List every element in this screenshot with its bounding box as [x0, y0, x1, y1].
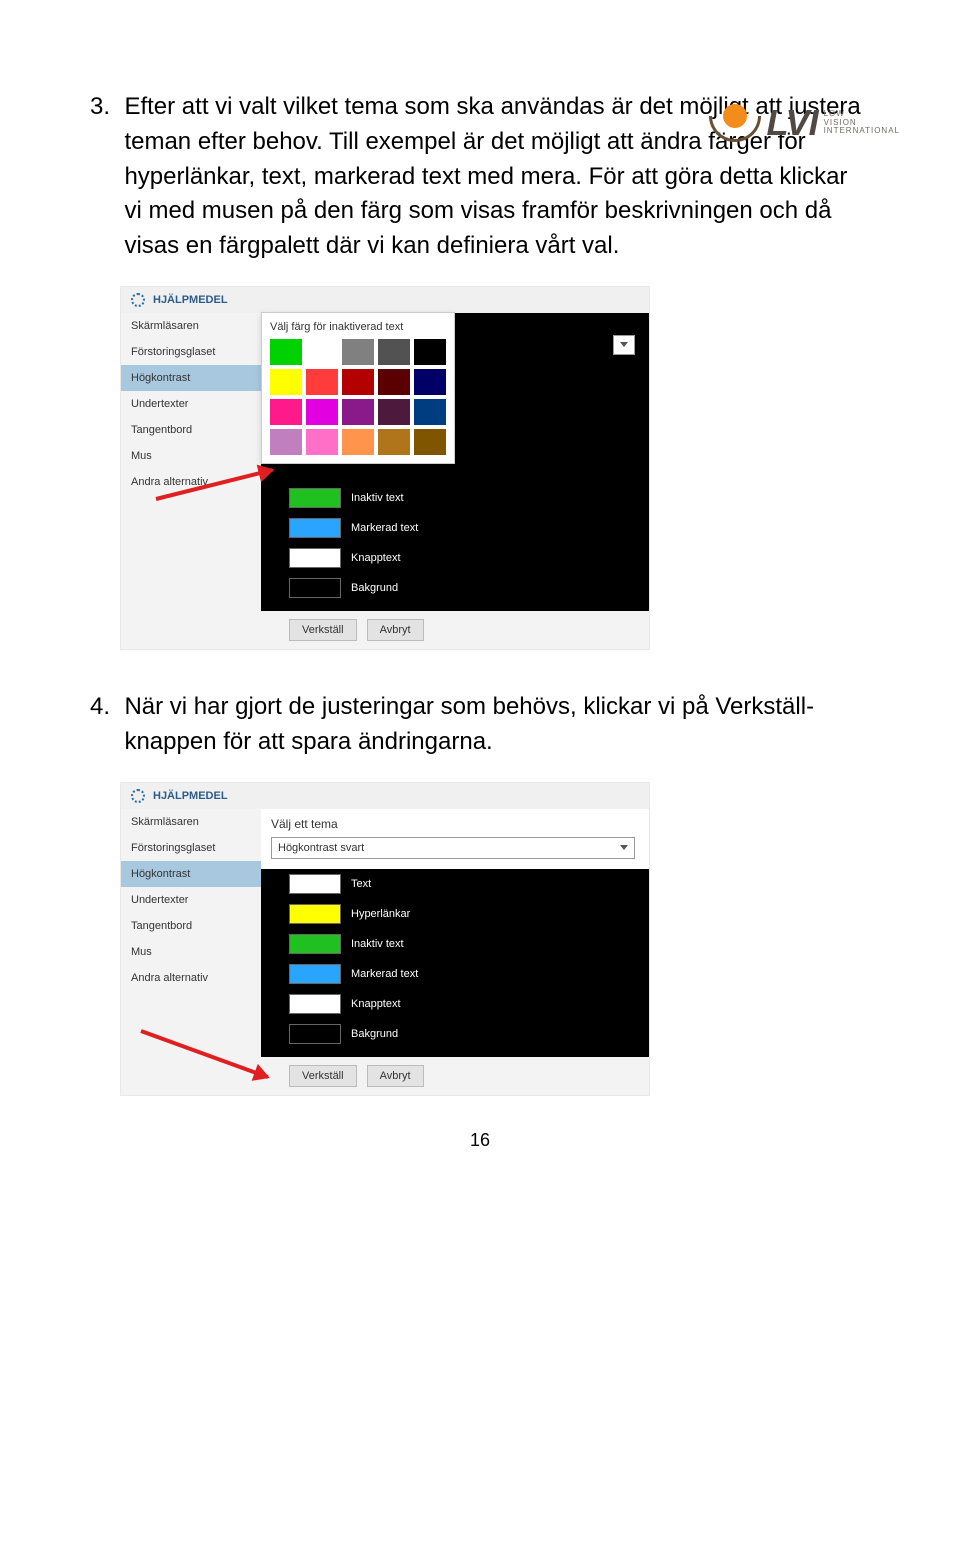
button-row: Verkställ Avbryt: [261, 1057, 649, 1095]
row-label: Hyperlänkar: [351, 908, 410, 920]
popup-label: Välj färg för inaktiverad text: [270, 321, 446, 333]
color-swatch[interactable]: [342, 399, 374, 425]
row-label: Inaktiv text: [351, 938, 404, 950]
choose-theme-label: Välj ett tema: [261, 809, 649, 837]
row-label: Inaktiv text: [351, 492, 404, 504]
row-marked-text: Markerad text: [261, 959, 649, 989]
row-label: Bakgrund: [351, 582, 398, 594]
row-inactive-text: Inaktiv text: [261, 929, 649, 959]
logo-subtext: LOW VISION INTERNATIONAL: [824, 110, 900, 136]
row-label: Knapptext: [351, 998, 401, 1010]
apply-button[interactable]: Verkställ: [289, 619, 357, 641]
color-swatch[interactable]: [414, 429, 446, 455]
color-swatch-inactive[interactable]: [289, 488, 341, 508]
color-swatch-marked[interactable]: [289, 518, 341, 538]
sidebar-item-screenreader[interactable]: Skärmläsaren: [121, 313, 261, 339]
settings-title: HJÄLPMEDEL: [153, 294, 228, 306]
color-swatch[interactable]: [342, 339, 374, 365]
color-swatch-bg[interactable]: [289, 1024, 341, 1044]
row-marked-text: Markerad text: [261, 513, 649, 543]
gear-icon: [131, 293, 145, 307]
color-swatch[interactable]: [306, 399, 338, 425]
color-swatch[interactable]: [342, 369, 374, 395]
color-swatch-button[interactable]: [289, 548, 341, 568]
sidebar-item-mouse[interactable]: Mus: [121, 443, 261, 469]
row-background: Bakgrund: [261, 1019, 649, 1049]
list-text: När vi har gjort de justeringar som behö…: [124, 690, 864, 760]
color-picker-popup: Välj färg för inaktiverad text: [261, 312, 455, 464]
color-swatch-grid: [270, 339, 446, 455]
theme-dropdown[interactable]: Högkontrast svart: [271, 837, 635, 859]
brand-logo: LVI LOW VISION INTERNATIONAL: [709, 102, 900, 144]
theme-dropdown[interactable]: [613, 335, 635, 355]
color-swatch[interactable]: [378, 399, 410, 425]
button-row: Verkställ Avbryt: [261, 611, 649, 649]
color-swatch[interactable]: [378, 429, 410, 455]
cancel-button[interactable]: Avbryt: [367, 1065, 424, 1087]
row-label: Markerad text: [351, 968, 418, 980]
settings-header: HJÄLPMEDEL: [121, 783, 649, 809]
color-swatch[interactable]: [270, 429, 302, 455]
color-swatch[interactable]: [378, 339, 410, 365]
row-button-text: Knapptext: [261, 989, 649, 1019]
row-label: Markerad text: [351, 522, 418, 534]
sidebar-item-magnifier[interactable]: Förstoringsglaset: [121, 339, 261, 365]
sidebar-item-subtitles[interactable]: Undertexter: [121, 887, 261, 913]
cancel-button[interactable]: Avbryt: [367, 619, 424, 641]
settings-sidebar: Skärmläsaren Förstoringsglaset Högkontra…: [121, 313, 261, 649]
page-number: 16: [90, 1130, 870, 1151]
color-swatch[interactable]: [270, 369, 302, 395]
sidebar-item-keyboard[interactable]: Tangentbord: [121, 913, 261, 939]
sidebar-item-mouse[interactable]: Mus: [121, 939, 261, 965]
row-background: Bakgrund: [261, 573, 649, 603]
sidebar-item-subtitles[interactable]: Undertexter: [121, 391, 261, 417]
row-label: Text: [351, 878, 371, 890]
sidebar-item-magnifier[interactable]: Förstoringsglaset: [121, 835, 261, 861]
gear-icon: [131, 789, 145, 803]
chevron-down-icon: [620, 845, 628, 850]
screenshot-color-picker: HJÄLPMEDEL Skärmläsaren Förstoringsglase…: [120, 286, 650, 650]
row-inactive-text: Inaktiv text: [261, 483, 649, 513]
sidebar-item-highcontrast[interactable]: Högkontrast: [121, 861, 261, 887]
color-swatch[interactable]: [306, 339, 338, 365]
color-swatch-inactive[interactable]: [289, 934, 341, 954]
row-label: Bakgrund: [351, 1028, 398, 1040]
screenshot-theme-rows: HJÄLPMEDEL Skärmläsaren Förstoringsglase…: [120, 782, 650, 1096]
color-swatch[interactable]: [414, 369, 446, 395]
list-item-4: 4. När vi har gjort de justeringar som b…: [90, 690, 870, 760]
color-swatch-button[interactable]: [289, 994, 341, 1014]
color-swatch[interactable]: [414, 399, 446, 425]
dropdown-value: Högkontrast svart: [278, 842, 364, 854]
color-swatch-text[interactable]: [289, 874, 341, 894]
sidebar-item-other[interactable]: Andra alternativ: [121, 965, 261, 991]
row-label: Knapptext: [351, 552, 401, 564]
list-number: 4.: [90, 690, 120, 725]
settings-title: HJÄLPMEDEL: [153, 790, 228, 802]
color-swatch[interactable]: [342, 429, 374, 455]
settings-header: HJÄLPMEDEL: [121, 287, 649, 313]
color-swatch[interactable]: [414, 339, 446, 365]
sidebar-item-highcontrast[interactable]: Högkontrast: [121, 365, 261, 391]
color-swatch-hyper[interactable]: [289, 904, 341, 924]
color-swatch-marked[interactable]: [289, 964, 341, 984]
row-text: Text: [261, 869, 649, 899]
list-number: 3.: [90, 90, 120, 125]
sidebar-item-screenreader[interactable]: Skärmläsaren: [121, 809, 261, 835]
color-swatch[interactable]: [306, 429, 338, 455]
color-swatch[interactable]: [306, 369, 338, 395]
row-button-text: Knapptext: [261, 543, 649, 573]
color-swatch[interactable]: [270, 399, 302, 425]
row-hyperlinks: Hyperlänkar: [261, 899, 649, 929]
sidebar-item-keyboard[interactable]: Tangentbord: [121, 417, 261, 443]
color-swatch[interactable]: [270, 339, 302, 365]
chevron-down-icon: [620, 342, 628, 347]
color-swatch-bg[interactable]: [289, 578, 341, 598]
logo-text: LVI: [767, 102, 818, 144]
color-swatch[interactable]: [378, 369, 410, 395]
logo-mark: [709, 104, 761, 142]
apply-button[interactable]: Verkställ: [289, 1065, 357, 1087]
